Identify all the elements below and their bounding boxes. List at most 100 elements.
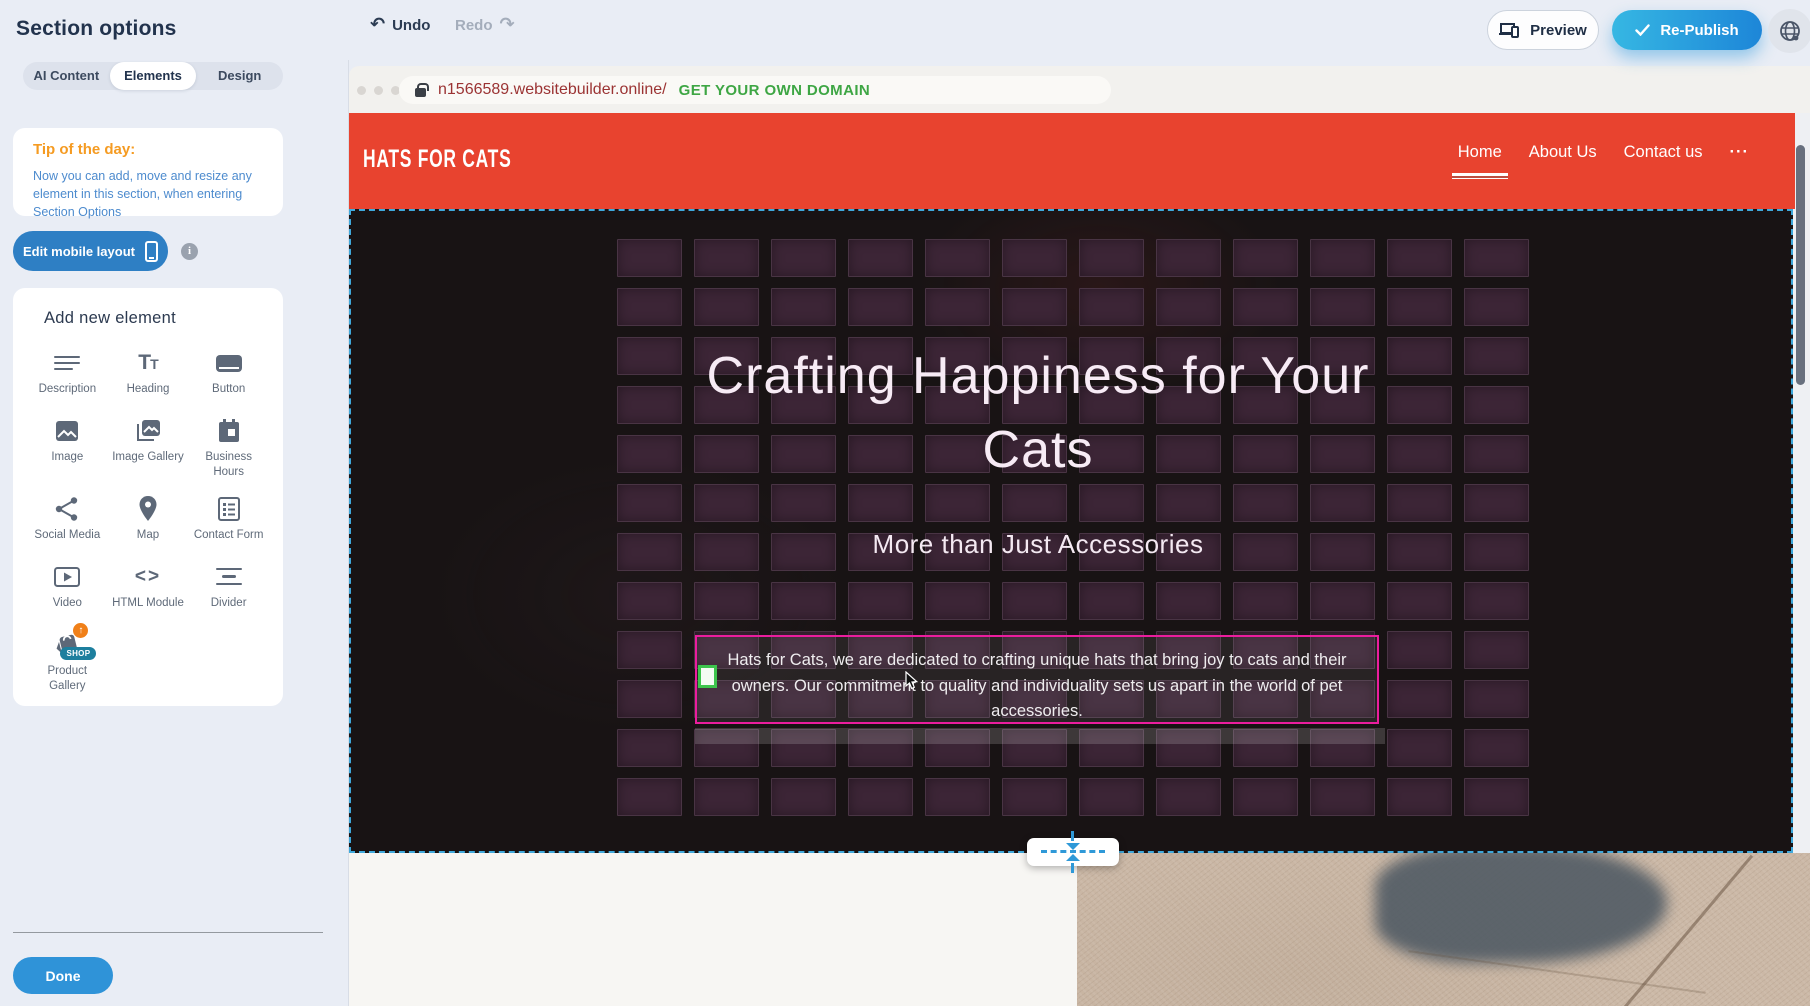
calendar-icon [217, 418, 241, 444]
tip-body: Now you can add, move and resize any ele… [33, 167, 285, 221]
add-element-card: Add new element Description TT Heading Butt… [13, 288, 283, 706]
add-element-product-gallery[interactable]: SHOP↑ Product Gallery [27, 632, 108, 694]
add-element-image[interactable]: Image [27, 418, 108, 480]
redo-button[interactable]: Redo ↷ [455, 16, 515, 34]
add-element-html-module[interactable]: <> HTML Module [108, 564, 189, 616]
add-element-description[interactable]: Description [27, 350, 108, 402]
tip-title: Tip of the day: [33, 141, 263, 158]
floor-photo [1077, 853, 1810, 1006]
element-label: Contact Form [193, 528, 265, 543]
arrow-up-icon [1066, 854, 1080, 861]
hero-paragraph-element[interactable]: Hats for Cats, we are dedicated to craft… [695, 635, 1379, 724]
address-bar[interactable]: n1566589.websitebuilder.online/ GET YOUR… [399, 76, 1111, 104]
add-element-title: Add new element [27, 309, 269, 328]
element-label: Button [193, 382, 265, 397]
element-label: Business Hours [193, 450, 265, 480]
browser-dots-icon [357, 86, 400, 95]
preview-button[interactable]: Preview [1487, 10, 1599, 50]
undo-button[interactable]: ↶ Undo [370, 16, 430, 34]
image-icon [54, 418, 80, 444]
section-options-sidebar: AI ContentElementsDesign Tip of the day:… [0, 60, 349, 1006]
site-nav: Home About Us Contact us ··· [1458, 143, 1749, 172]
check-icon [1635, 24, 1650, 36]
get-domain-link[interactable]: GET YOUR OWN DOMAIN [679, 82, 871, 99]
element-label: Image Gallery [112, 450, 184, 465]
shop-badge: SHOP [60, 647, 96, 660]
next-section[interactable] [349, 853, 1810, 1006]
add-element-heading[interactable]: TT Heading [108, 350, 189, 402]
arrow-down-icon [1066, 843, 1080, 850]
add-element-contact-form[interactable]: Contact Form [188, 496, 269, 548]
sidebar-divider [13, 932, 323, 933]
lock-icon [415, 88, 426, 97]
element-label: HTML Module [112, 596, 184, 611]
language-globe-button[interactable] [1768, 9, 1810, 53]
add-element-social-media[interactable]: Social Media [27, 496, 108, 548]
add-element-image-gallery[interactable]: Image Gallery [108, 418, 189, 480]
edit-mobile-label: Edit mobile layout [23, 244, 135, 259]
nav-item-home[interactable]: Home [1458, 143, 1502, 172]
done-button[interactable]: Done [13, 957, 113, 994]
editor-canvas: n1566589.websitebuilder.online/ GET YOUR… [349, 60, 1810, 1006]
site-url[interactable]: n1566589.websitebuilder.online/ [438, 81, 667, 99]
element-grid: Description TT Heading Button Image Image Gal… [27, 350, 269, 694]
element-hover-band[interactable] [695, 728, 1385, 744]
nav-item-contact-us[interactable]: Contact us [1624, 143, 1703, 172]
element-label: Social Media [31, 528, 103, 543]
hero-section-selected[interactable]: Crafting Happiness for Your Cats More th… [349, 209, 1793, 853]
add-element-button[interactable]: Button [188, 350, 269, 402]
contact-form-icon [217, 496, 241, 522]
share-icon [54, 496, 80, 522]
redo-label: Redo [455, 17, 493, 34]
element-resize-handle[interactable] [698, 665, 717, 688]
divider-icon [216, 564, 242, 590]
button-icon [216, 350, 242, 376]
tab-elements[interactable]: Elements [110, 62, 197, 90]
map-pin-icon [138, 496, 158, 522]
product-gallery-icon: SHOP↑ [54, 632, 80, 658]
undo-label: Undo [392, 17, 430, 34]
add-element-divider[interactable]: Divider [188, 564, 269, 616]
image-gallery-icon [134, 418, 162, 444]
add-element-map[interactable]: Map [108, 496, 189, 548]
mobile-phone-icon [145, 241, 158, 262]
top-toolbar: Section options ↶ Undo Redo ↷ Preview Re… [0, 0, 1810, 60]
add-element-video[interactable]: Video [27, 564, 108, 616]
element-label: Image [31, 450, 103, 465]
devices-icon [1499, 22, 1521, 39]
canvas-scrollbar[interactable] [1796, 145, 1805, 385]
hero-subtitle[interactable]: More than Just Accessories [691, 529, 1385, 560]
hero-paragraph-text[interactable]: Hats for Cats, we are dedicated to craft… [697, 648, 1377, 725]
nav-item-about-us[interactable]: About Us [1529, 143, 1597, 172]
info-icon[interactable]: i [181, 243, 198, 260]
nav-more-button[interactable]: ··· [1730, 143, 1749, 172]
tab-design[interactable]: Design [196, 62, 283, 90]
sidebar-tabs: AI ContentElementsDesign [23, 62, 283, 90]
edit-mobile-layout-button[interactable]: Edit mobile layout [13, 231, 168, 271]
section-resize-handle[interactable] [1027, 838, 1119, 866]
page-title: Section options [16, 17, 177, 41]
element-label: Video [31, 596, 103, 611]
browser-chrome: n1566589.websitebuilder.online/ GET YOUR… [349, 66, 1810, 113]
text-lines-icon [54, 350, 80, 376]
site-header: HATS FOR CATS Home About Us Contact us ··· [349, 113, 1795, 209]
add-element-business-hours[interactable]: Business Hours [188, 418, 269, 480]
mouse-cursor [905, 671, 918, 690]
code-icon: <> [135, 564, 161, 590]
globe-icon [1779, 20, 1801, 42]
video-icon [53, 564, 81, 590]
element-label: Map [112, 528, 184, 543]
cat-shadow [1375, 853, 1667, 963]
element-label: Description [31, 382, 103, 397]
heading-icon: TT [138, 350, 157, 376]
republish-button[interactable]: Re-Publish [1612, 10, 1762, 50]
site-logo[interactable]: HATS FOR CATS [363, 145, 511, 174]
hero-headline[interactable]: Crafting Happiness for Your Cats [691, 339, 1385, 487]
element-label: Heading [112, 382, 184, 397]
element-label: Product Gallery [31, 664, 103, 694]
tip-of-the-day-card: Tip of the day: Now you can add, move an… [13, 128, 283, 216]
section-divider-dashes [1041, 850, 1105, 853]
tab-ai-content[interactable]: AI Content [23, 62, 110, 90]
undo-icon: ↶ [370, 16, 385, 34]
site-preview: HATS FOR CATS HomeAbout UsContact us··· … [349, 113, 1810, 1006]
